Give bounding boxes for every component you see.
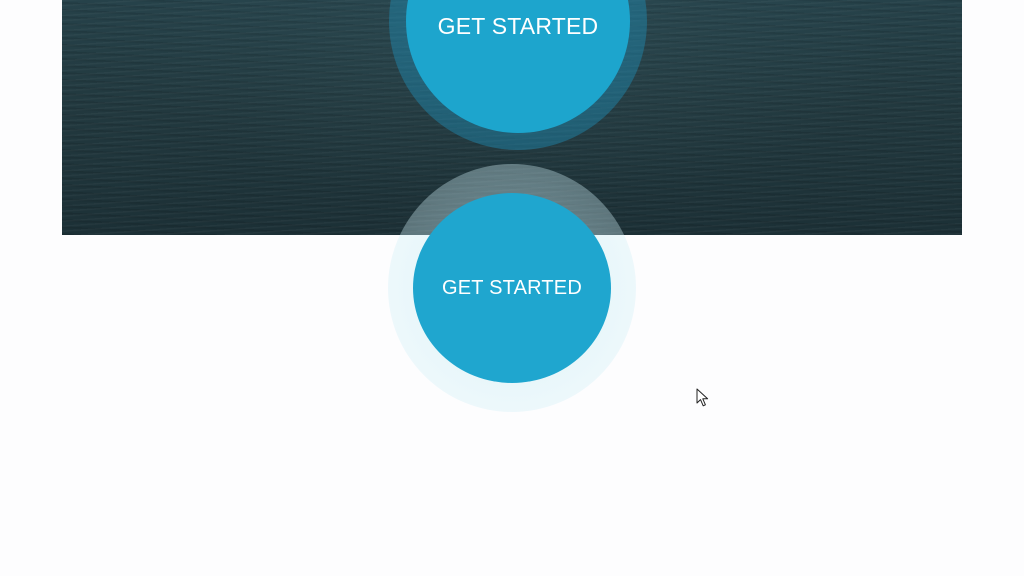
mouse-pointer-icon [696, 388, 709, 407]
get-started-button-bottom-label: GET STARTED [441, 277, 582, 299]
get-started-button-top-label: GET STARTED [437, 13, 599, 39]
get-started-button-bottom[interactable]: GET STARTED [413, 193, 611, 383]
page-stage: GET STARTED GET STARTED [0, 0, 1024, 576]
